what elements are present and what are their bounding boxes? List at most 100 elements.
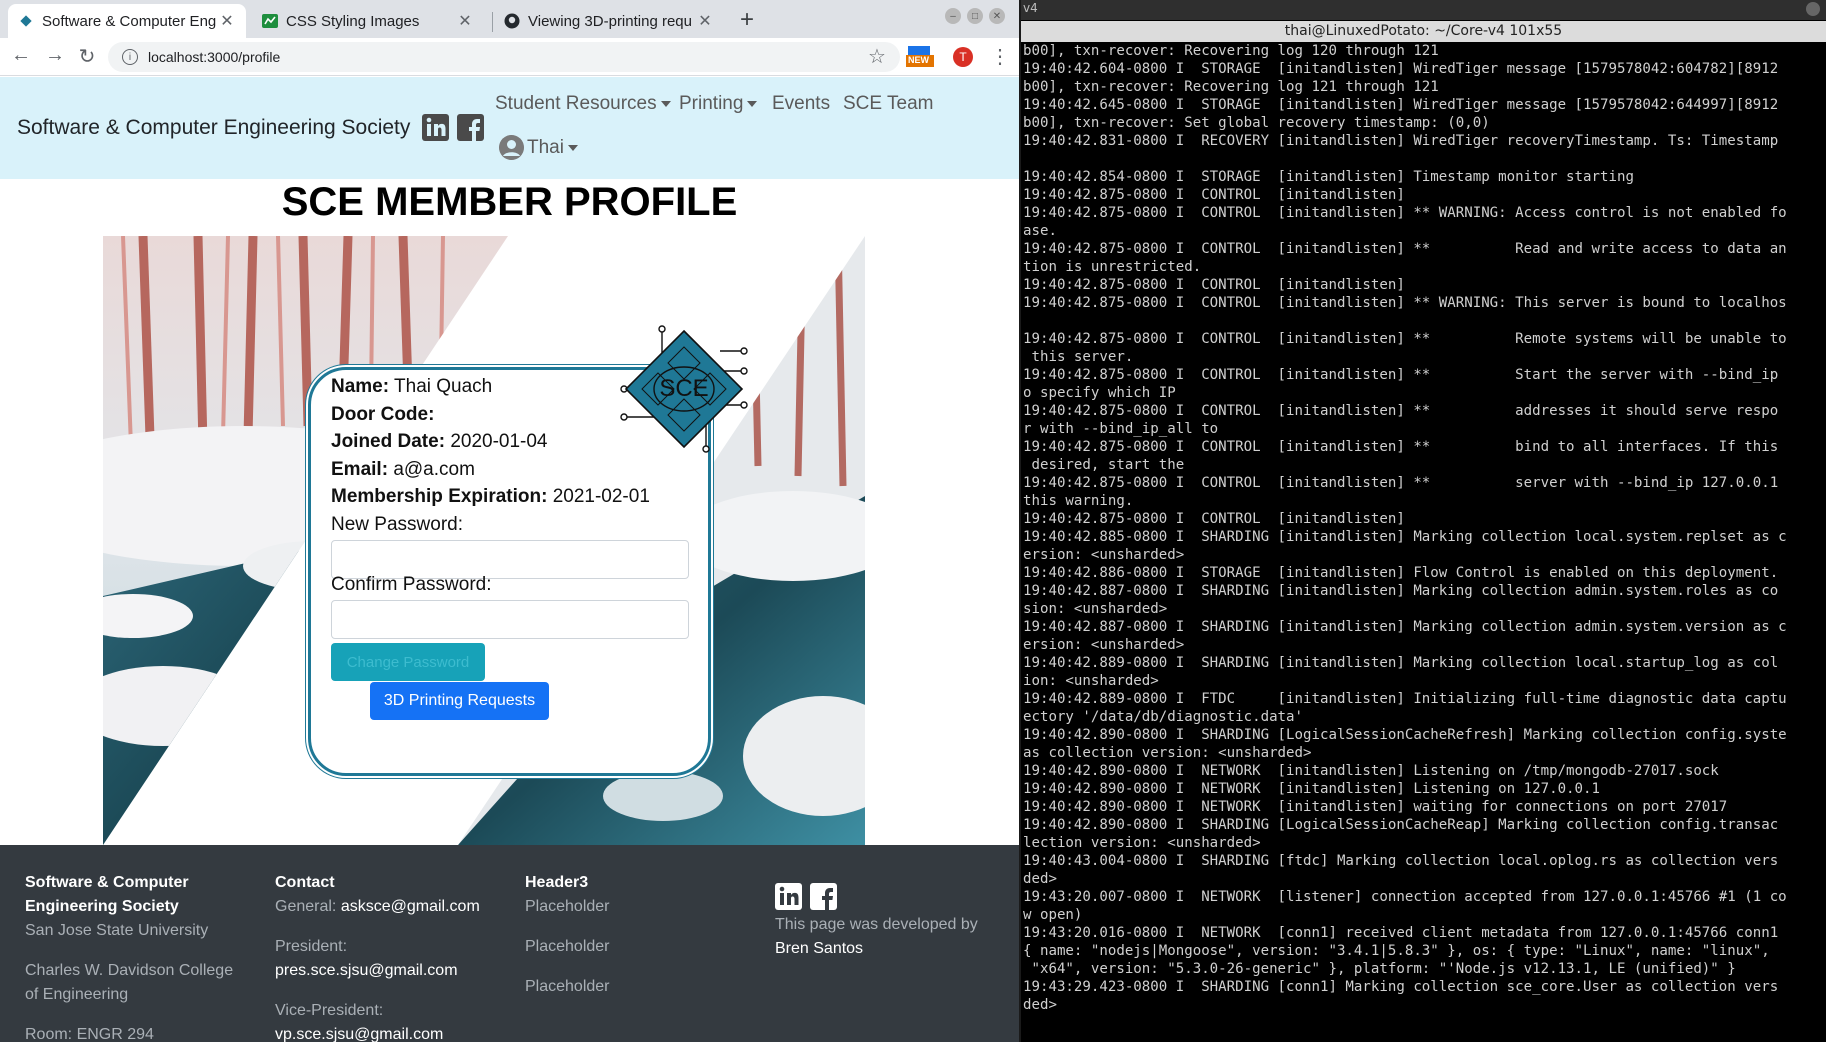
terminal-line: b00], txn-recover: Recovering log 120 th… xyxy=(1023,43,1439,59)
footer-placeholder-link[interactable]: Placeholder xyxy=(525,935,610,959)
site-footer: Software & Computer Engineering Society … xyxy=(0,845,1019,1042)
confirm-password-input[interactable] xyxy=(331,600,689,639)
footer-placeholder-link[interactable]: Placeholder xyxy=(525,895,610,919)
footer-society-title-1: Software & Computer xyxy=(25,874,189,891)
profile-joined-row: Joined Date: 2020-01-04 xyxy=(331,431,548,453)
user-avatar-icon xyxy=(499,135,524,160)
terminal-line: 19:40:42.887-0800 I SHARDING [initandlis… xyxy=(1023,583,1779,599)
minimize-icon[interactable]: – xyxy=(945,8,961,24)
terminal-line: 19:40:42.885-0800 I SHARDING [initandlis… xyxy=(1023,529,1787,545)
browser-menu-icon[interactable]: ⋮ xyxy=(990,44,1010,69)
terminal-line: b00], txn-recover: Recovering log 121 th… xyxy=(1023,79,1439,95)
user-menu[interactable]: Thai xyxy=(499,135,578,160)
bookmark-star-icon[interactable]: ☆ xyxy=(868,44,886,69)
sce-logo: SCE xyxy=(620,325,748,453)
terminal-line: sion: <unsharded> xyxy=(1023,601,1168,617)
site-brand[interactable]: Software & Computer Engineering Society xyxy=(17,116,410,140)
footer-president-email[interactable]: pres.sce.sjsu@gmail.com xyxy=(275,959,480,983)
tab-sce[interactable]: Software & Computer Eng ✕ xyxy=(8,4,246,38)
tab-css-styling[interactable]: CSS Styling Images ✕ xyxy=(252,4,484,38)
footer-column-contact: Contact General: asksce@gmail.com Presid… xyxy=(275,871,480,1042)
terminal-line: this warning. xyxy=(1023,493,1134,509)
github-icon xyxy=(504,13,520,29)
footer-developer-name[interactable]: Bren Santos xyxy=(775,937,978,961)
footer-header3-title: Header3 xyxy=(525,874,589,891)
footer-room: Room: ENGR 294 xyxy=(25,1026,154,1042)
sce-logo-text: SCE xyxy=(659,375,709,402)
confirm-password-label: Confirm Password: xyxy=(331,574,492,595)
tab-close-icon[interactable]: ✕ xyxy=(696,11,714,31)
terminal-line: "x64", version: "5.3.0-26-generic" }, pl… xyxy=(1023,961,1736,977)
footer-university: San Jose State University xyxy=(25,922,209,939)
nav-events[interactable]: Events xyxy=(772,93,830,115)
reload-icon[interactable]: ↻ xyxy=(74,44,100,69)
footer-general-email[interactable]: asksce@gmail.com xyxy=(341,898,480,915)
3d-printing-requests-button[interactable]: 3D Printing Requests xyxy=(370,682,549,720)
terminal-line: 19:40:42.889-0800 I FTDC [initandlisten]… xyxy=(1023,691,1787,707)
url-text: localhost:3000/profile xyxy=(148,49,281,65)
profile-door-row: Door Code: xyxy=(331,404,434,426)
terminal-top-label: v4 xyxy=(1021,0,1826,20)
profile-email-row: Email: a@a.com xyxy=(331,459,475,481)
new-tab-icon[interactable]: + xyxy=(740,6,754,34)
nav-student-resources[interactable]: Student Resources xyxy=(495,93,671,115)
forward-arrow-icon[interactable]: → xyxy=(42,44,68,67)
name-label: Name: xyxy=(331,376,390,397)
spreadsheet-icon xyxy=(262,13,278,29)
linkedin-icon[interactable] xyxy=(422,114,449,141)
terminal-line: ion: <unsharded> xyxy=(1023,673,1159,689)
footer-placeholder-link[interactable]: Placeholder xyxy=(525,975,610,999)
extension-new-icon[interactable]: NEW xyxy=(906,46,934,68)
footer-college-2: of Engineering xyxy=(25,986,129,1003)
tab-title: Software & Computer Eng xyxy=(42,12,217,30)
footer-column-header3: Header3 Placeholder Placeholder Placehol… xyxy=(525,871,610,999)
browser-profile-avatar[interactable]: T xyxy=(953,47,973,67)
terminal-line: ase. xyxy=(1023,223,1057,239)
footer-contact-title: Contact xyxy=(275,874,335,891)
chevron-down-icon xyxy=(747,100,758,107)
terminal-line: 19:40:42.875-0800 I CONTROL [initandlist… xyxy=(1023,205,1787,221)
maximize-icon[interactable]: □ xyxy=(967,8,983,24)
terminal-title-bar: thai@LinuxedPotato: ~/Core-v4 101x55 xyxy=(1021,21,1826,42)
footer-column-social: This page was developed by Bren Santos xyxy=(775,883,978,961)
page-title: SCE MEMBER PROFILE xyxy=(281,180,738,224)
terminal-output[interactable]: b00], txn-recover: Recovering log 120 th… xyxy=(1023,42,1826,1042)
terminal-line: 19:40:42.886-0800 I STORAGE [initandlist… xyxy=(1023,565,1779,581)
terminal-line: lection version: <unsharded> xyxy=(1023,835,1261,851)
web-page: Software & Computer Engineering Society … xyxy=(0,77,1019,1042)
tab-close-icon[interactable]: ✕ xyxy=(456,11,474,31)
terminal-line: 19:40:42.890-0800 I NETWORK [initandlist… xyxy=(1023,763,1719,779)
terminal-line: 19:40:42.890-0800 I NETWORK [initandlist… xyxy=(1023,781,1600,797)
terminal-line: { name: "nodejs|Mongoose", version: "3.4… xyxy=(1023,943,1779,959)
change-password-button[interactable]: Change Password xyxy=(331,643,485,681)
footer-developer-text: This page was developed by xyxy=(775,916,978,933)
terminal-line: 19:40:42.890-0800 I SHARDING [LogicalSes… xyxy=(1023,817,1779,833)
email-label: Email: xyxy=(331,459,389,480)
terminal-line: ersion: <unsharded> xyxy=(1023,637,1185,653)
terminal-line: o specify which IP xyxy=(1023,385,1176,401)
footer-column-society: Software & Computer Engineering Society … xyxy=(25,871,233,1042)
profile-expiration-row: Membership Expiration: 2021-02-01 xyxy=(331,486,650,508)
facebook-icon[interactable] xyxy=(457,114,484,141)
terminal-line: 19:40:42.875-0800 I CONTROL [initandlist… xyxy=(1023,475,1779,491)
terminal-line: ersion: <unsharded> xyxy=(1023,547,1185,563)
tab-close-icon[interactable]: ✕ xyxy=(218,11,236,31)
tab-3d-printing[interactable]: Viewing 3D-printing requ ✕ xyxy=(494,4,724,38)
footer-vp-email[interactable]: vp.sce.sjsu@gmail.com xyxy=(275,1023,480,1042)
browser-toolbar: ← → ↻ i localhost:3000/profile ☆ NEW T ⋮ xyxy=(0,38,1019,76)
nav-sce-team[interactable]: SCE Team xyxy=(843,93,933,115)
terminal-line: 19:40:42.890-0800 I SHARDING [LogicalSes… xyxy=(1023,727,1787,743)
address-bar[interactable]: i localhost:3000/profile xyxy=(108,42,900,72)
facebook-icon[interactable] xyxy=(810,883,837,910)
linkedin-icon[interactable] xyxy=(775,883,802,910)
nav-printing[interactable]: Printing xyxy=(679,93,758,115)
back-arrow-icon[interactable]: ← xyxy=(8,44,34,67)
site-info-icon[interactable]: i xyxy=(122,49,138,65)
close-window-icon[interactable]: ✕ xyxy=(989,8,1005,24)
terminal-line: 19:40:42.889-0800 I SHARDING [initandlis… xyxy=(1023,655,1779,671)
terminal-line: r with --bind_ip_all to xyxy=(1023,421,1219,437)
terminal-close-icon[interactable] xyxy=(1806,2,1820,16)
terminal-line: ded> xyxy=(1023,871,1057,887)
